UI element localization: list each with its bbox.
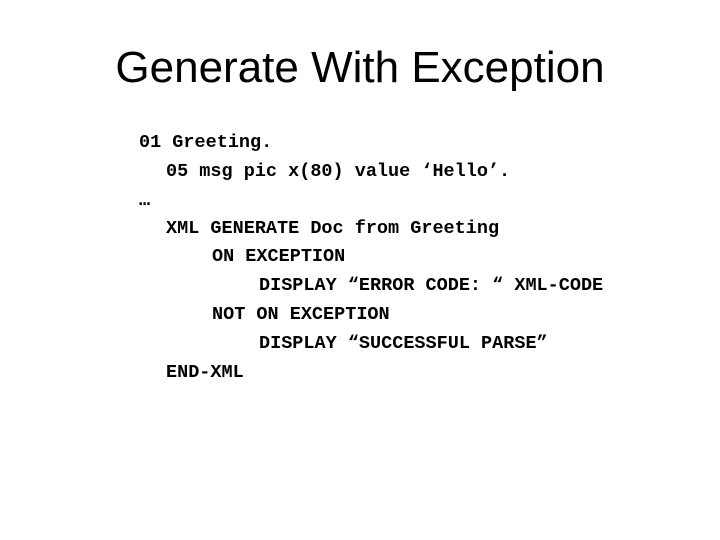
code-line-field-definition: 05 msg pic x(80) value ‘Hello’.: [166, 161, 511, 182]
code-line-record-definition: 01 Greeting.: [139, 132, 273, 153]
slide: Generate With Exception 01 Greeting. 05 …: [0, 0, 720, 540]
code-line-not-on-exception: NOT ON EXCEPTION: [212, 304, 390, 325]
code-line-end-xml: END-XML: [166, 362, 244, 383]
code-line-display-success: DISPLAY “SUCCESSFUL PARSE”: [259, 333, 548, 354]
code-line-xml-generate: XML GENERATE Doc from Greeting: [166, 218, 500, 239]
code-line-ellipsis: …: [139, 190, 151, 211]
code-block: 01 Greeting. 05 msg pic x(80) value ‘Hel…: [0, 0, 720, 540]
code-line-display-error: DISPLAY “ERROR CODE: “ XML-CODE: [259, 275, 604, 296]
code-line-on-exception: ON EXCEPTION: [212, 246, 346, 267]
